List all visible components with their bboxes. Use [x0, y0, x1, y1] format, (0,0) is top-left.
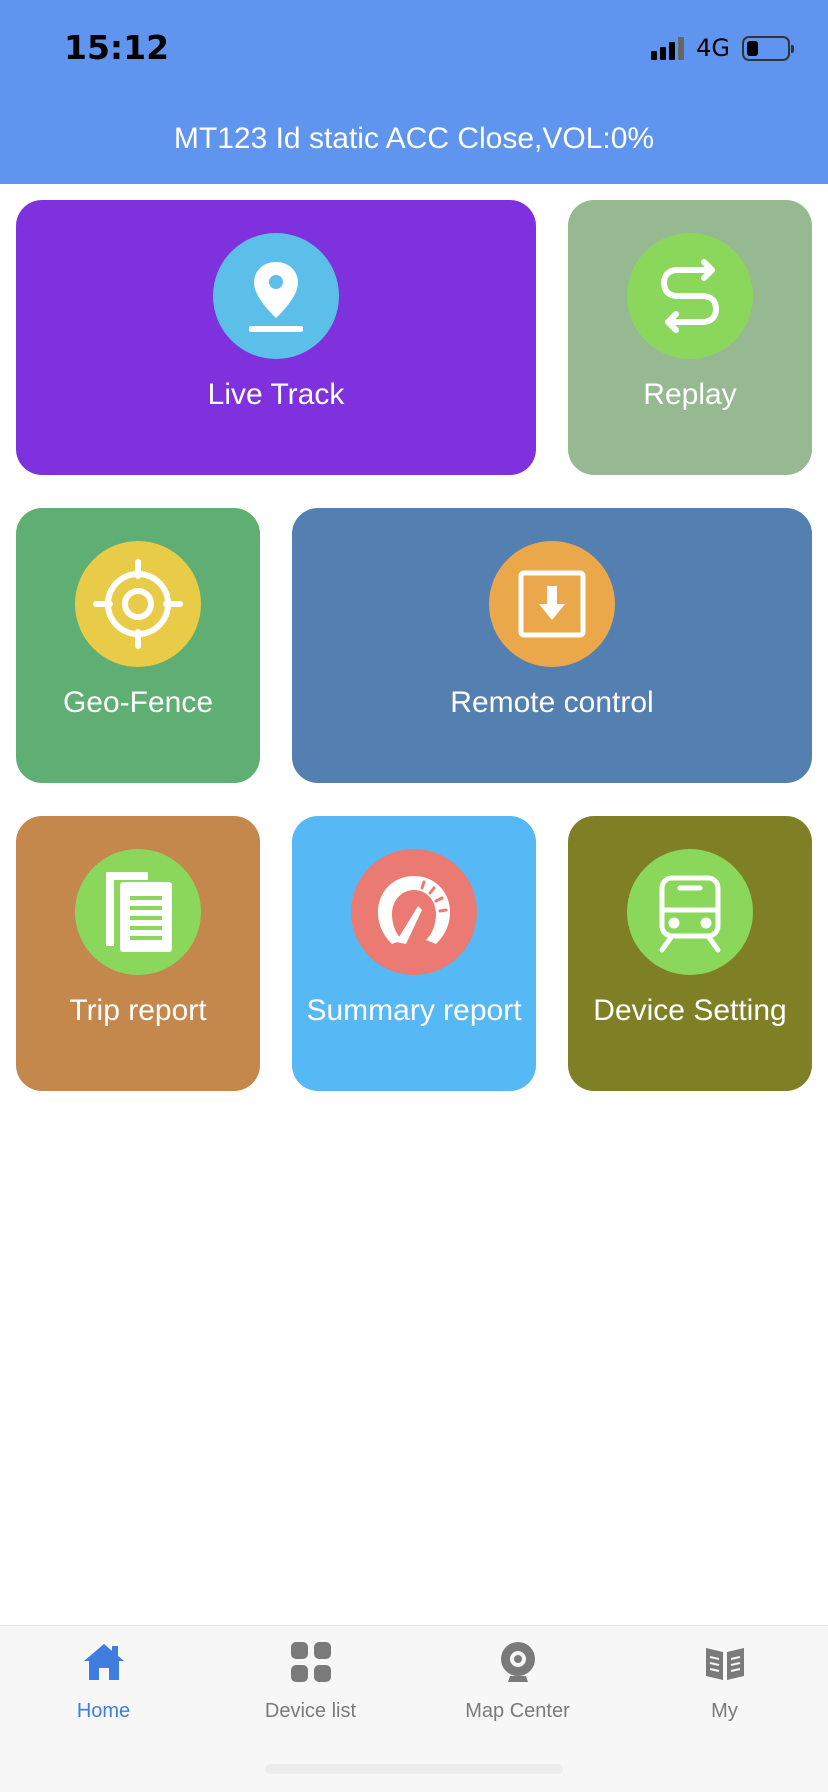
- home-indicator[interactable]: [265, 1764, 563, 1774]
- tab-device-list-label: Device list: [264, 1700, 357, 1722]
- geo-fence-tile[interactable]: Geo-Fence: [16, 508, 260, 783]
- live-track-tile[interactable]: Live Track: [16, 200, 536, 475]
- remote-control-tile[interactable]: Remote control: [292, 508, 812, 783]
- tab-my-label: My: [711, 1700, 738, 1722]
- crosshair-icon: [75, 541, 201, 667]
- device-setting-label: Device Setting: [593, 994, 787, 1027]
- home-icon: [83, 1644, 124, 1680]
- webcam-icon: [500, 1642, 535, 1682]
- tab-home[interactable]: Home: [0, 1640, 207, 1736]
- download-box-icon: [489, 541, 615, 667]
- remote-control-label: Remote control: [450, 686, 654, 719]
- tab-map-center[interactable]: Map Center: [414, 1640, 621, 1736]
- tab-map-center-label: Map Center: [465, 1700, 570, 1722]
- trip-report-label: Trip report: [69, 994, 207, 1027]
- tab-my[interactable]: My: [621, 1640, 828, 1736]
- grid-icon: [290, 1642, 331, 1682]
- geo-fence-label: Geo-Fence: [62, 686, 214, 719]
- map-pin-icon: [213, 233, 339, 359]
- summary-report-label: Summary report: [306, 994, 522, 1027]
- train-icon: [627, 849, 753, 975]
- document-icon: [75, 849, 201, 975]
- replay-tile[interactable]: Replay: [568, 200, 812, 475]
- header-bar: 15:12 4G MT123 Id static ACC Close,VOL:0…: [0, 0, 828, 184]
- page-title: MT123 Id static ACC Close,VOL:0%: [173, 122, 655, 155]
- tab-device-list[interactable]: Device list: [207, 1640, 414, 1736]
- network-type: 4G: [696, 34, 730, 62]
- replay-route-icon: [627, 233, 753, 359]
- status-time: 15:12: [64, 28, 170, 67]
- speedometer-icon: [351, 849, 477, 975]
- book-icon: [705, 1648, 744, 1680]
- battery-icon: [742, 35, 794, 61]
- replay-label: Replay: [643, 378, 737, 411]
- summary-report-tile[interactable]: Summary report: [292, 816, 536, 1091]
- live-track-label: Live Track: [207, 378, 345, 411]
- device-setting-tile[interactable]: Device Setting: [568, 816, 812, 1091]
- tab-home-label: Home: [76, 1700, 131, 1722]
- trip-report-tile[interactable]: Trip report: [16, 816, 260, 1091]
- status-indicators: 4G: [651, 34, 794, 62]
- cellular-signal-icon: [651, 36, 685, 60]
